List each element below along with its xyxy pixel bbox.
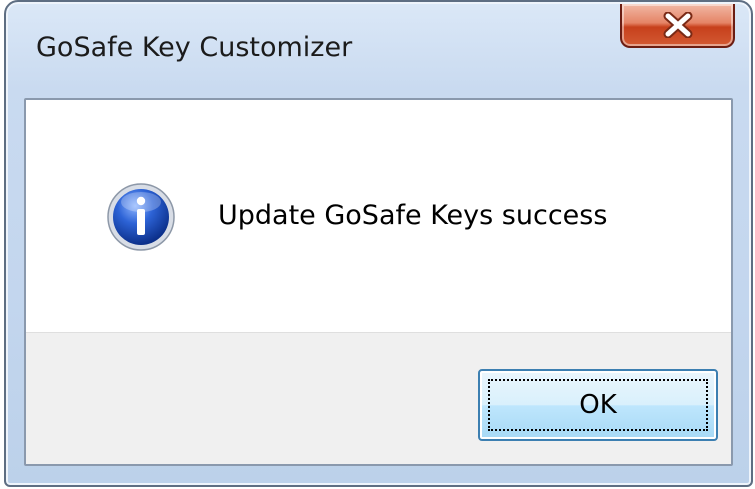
ok-button-label: OK [579, 390, 617, 420]
window-title: GoSafe Key Customizer [36, 32, 353, 63]
ok-button[interactable]: OK [478, 369, 718, 441]
info-icon [106, 182, 176, 252]
dialog-body: Update GoSafe Keys success OK [24, 98, 733, 466]
close-button[interactable] [620, 4, 735, 48]
close-icon [663, 12, 693, 38]
button-area: OK [26, 332, 731, 464]
message-area: Update GoSafe Keys success [26, 100, 731, 332]
dialog-window: GoSafe Key Customizer Update GoSafe Keys… [4, 0, 753, 487]
message-text: Update GoSafe Keys success [218, 200, 608, 231]
title-bar[interactable]: GoSafe Key Customizer [6, 2, 751, 98]
